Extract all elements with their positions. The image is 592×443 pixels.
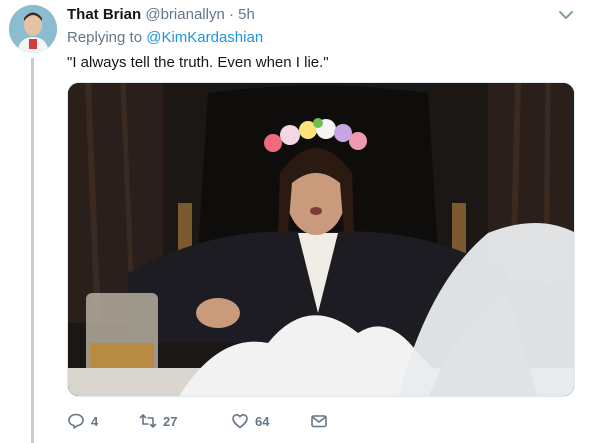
replying-to: Replying to @KimKardashian — [67, 29, 263, 46]
message-action[interactable] — [310, 410, 334, 432]
like-icon — [232, 414, 248, 429]
avatar-image — [9, 5, 57, 53]
retweet-icon — [139, 414, 157, 428]
separator: · — [228, 6, 234, 23]
media-image — [68, 83, 574, 396]
replying-prefix: Replying to — [67, 29, 143, 46]
thread-line — [31, 58, 34, 443]
reply-icon — [68, 413, 84, 429]
user-handle[interactable]: @brianallyn — [145, 6, 224, 23]
replying-mention[interactable]: @KimKardashian — [146, 29, 263, 46]
like-count: 64 — [255, 413, 270, 429]
timestamp[interactable]: 5h — [238, 6, 255, 23]
retweet-count: 27 — [163, 413, 178, 429]
avatar[interactable] — [9, 5, 57, 53]
tweet-actions: 4 27 64 — [67, 410, 367, 432]
like-action[interactable]: 64 — [231, 410, 269, 432]
chevron-down-icon[interactable] — [558, 9, 574, 21]
tweet-text: "I always tell the truth. Even when I li… — [67, 54, 329, 71]
reply-action[interactable]: 4 — [67, 410, 98, 432]
message-icon — [311, 415, 327, 428]
retweet-action[interactable]: 27 — [139, 410, 177, 432]
reply-count: 4 — [91, 413, 99, 429]
tweet-header: That Brian @brianallyn · 5h — [67, 6, 255, 24]
display-name[interactable]: That Brian — [67, 6, 141, 23]
tweet-media[interactable] — [67, 82, 575, 397]
